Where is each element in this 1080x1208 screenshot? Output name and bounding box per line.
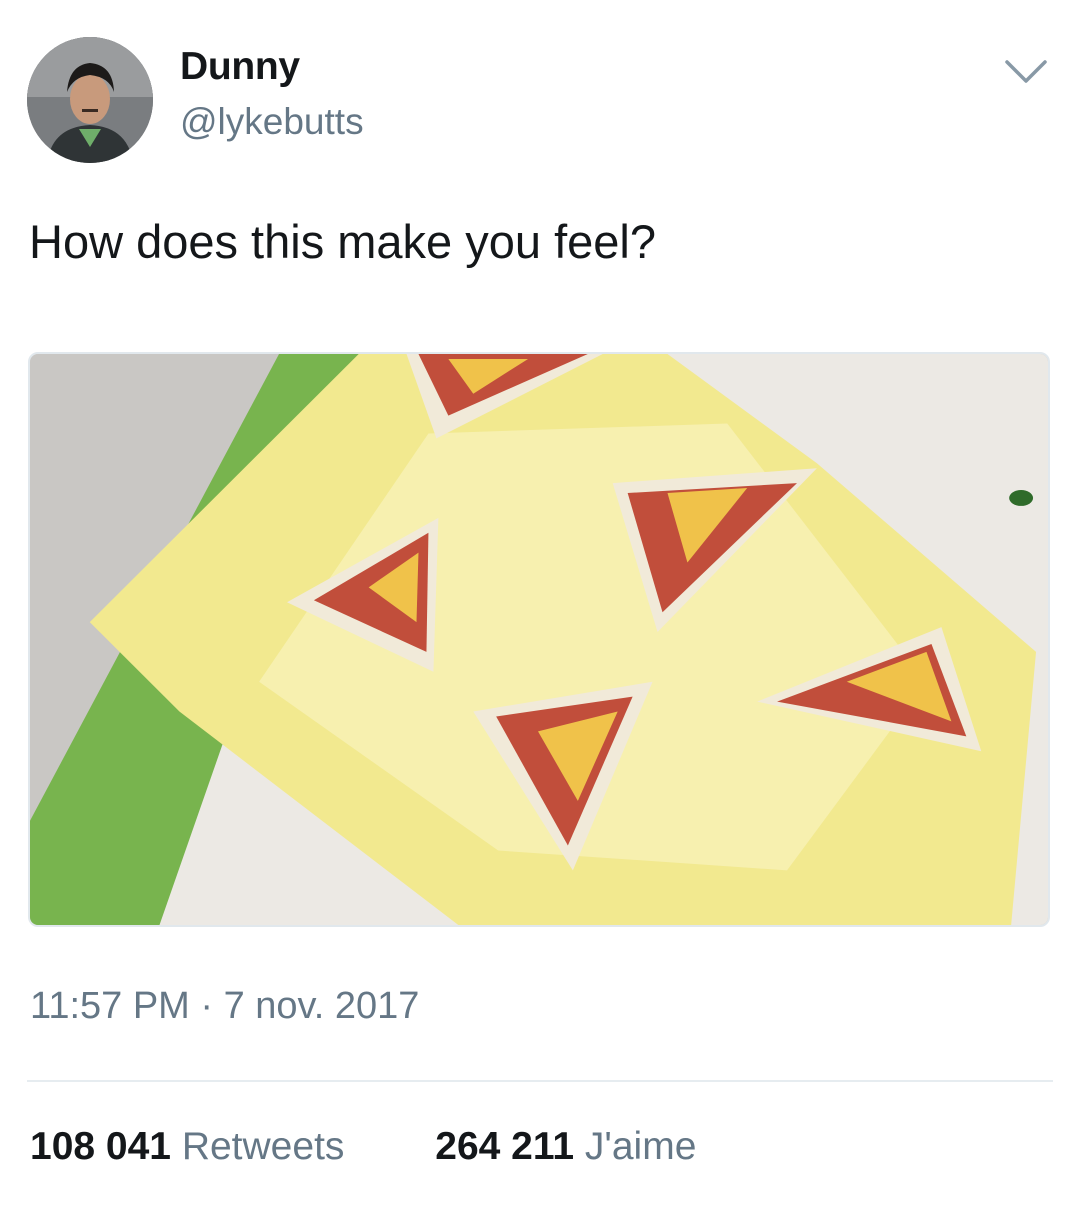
tweet-text: How does this make you feel? [29, 215, 656, 268]
display-name[interactable]: Dunny [180, 45, 300, 89]
tweet-timestamp[interactable]: 11:57 PM · 7 nov. 2017 [30, 985, 419, 1028]
pineapple-pizza-image [30, 354, 1048, 925]
retweets-stat[interactable]: 108 041 Retweets [30, 1125, 344, 1169]
tweet-stats: 108 041 Retweets 264 211 J'aime [30, 1125, 776, 1169]
user-handle[interactable]: @lykebutts [180, 101, 364, 143]
avatar[interactable] [27, 37, 153, 163]
retweets-label: Retweets [181, 1125, 345, 1168]
likes-stat[interactable]: 264 211 J'aime [435, 1125, 696, 1169]
divider [27, 1080, 1053, 1082]
avatar-image [27, 37, 153, 163]
likes-label: J'aime [584, 1125, 697, 1168]
chevron-down-icon[interactable] [1004, 58, 1048, 86]
tweet-photo[interactable] [28, 352, 1050, 927]
retweets-count: 108 041 [30, 1125, 171, 1168]
likes-count: 264 211 [435, 1125, 575, 1168]
